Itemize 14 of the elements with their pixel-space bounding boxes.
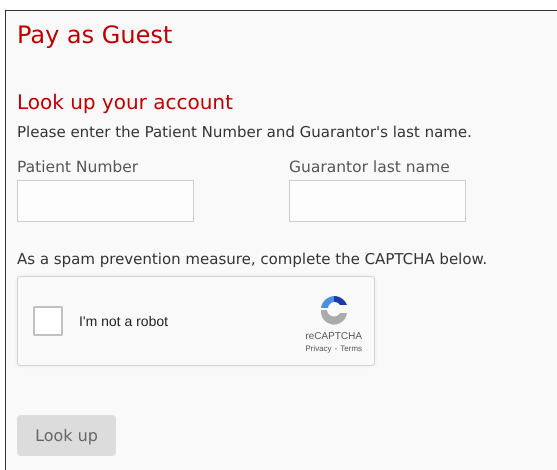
page-title: Pay as Guest [17,20,174,51]
input-field[interactable] [289,180,466,222]
section-heading: Look up your account [17,89,234,116]
captcha-instructions: As a spam prevention measure, complete the CAPTCHA below. [17,249,488,270]
checkbox[interactable] [33,306,63,336]
input-field[interactable] [17,180,194,222]
terms-link[interactable]: Terms [340,344,362,353]
privacy-link[interactable]: Privacy [305,344,332,353]
field-label: Patient Number [17,157,140,177]
instructions-text: Please enter the Patient Number and Guarantor's last name. [17,122,473,143]
checkbox-label: I'm not a robot [79,313,170,329]
field-label: Guarantor last name [289,157,451,177]
link-separator: - [334,344,338,353]
recaptcha-brand: reCAPTCHA [305,331,362,342]
